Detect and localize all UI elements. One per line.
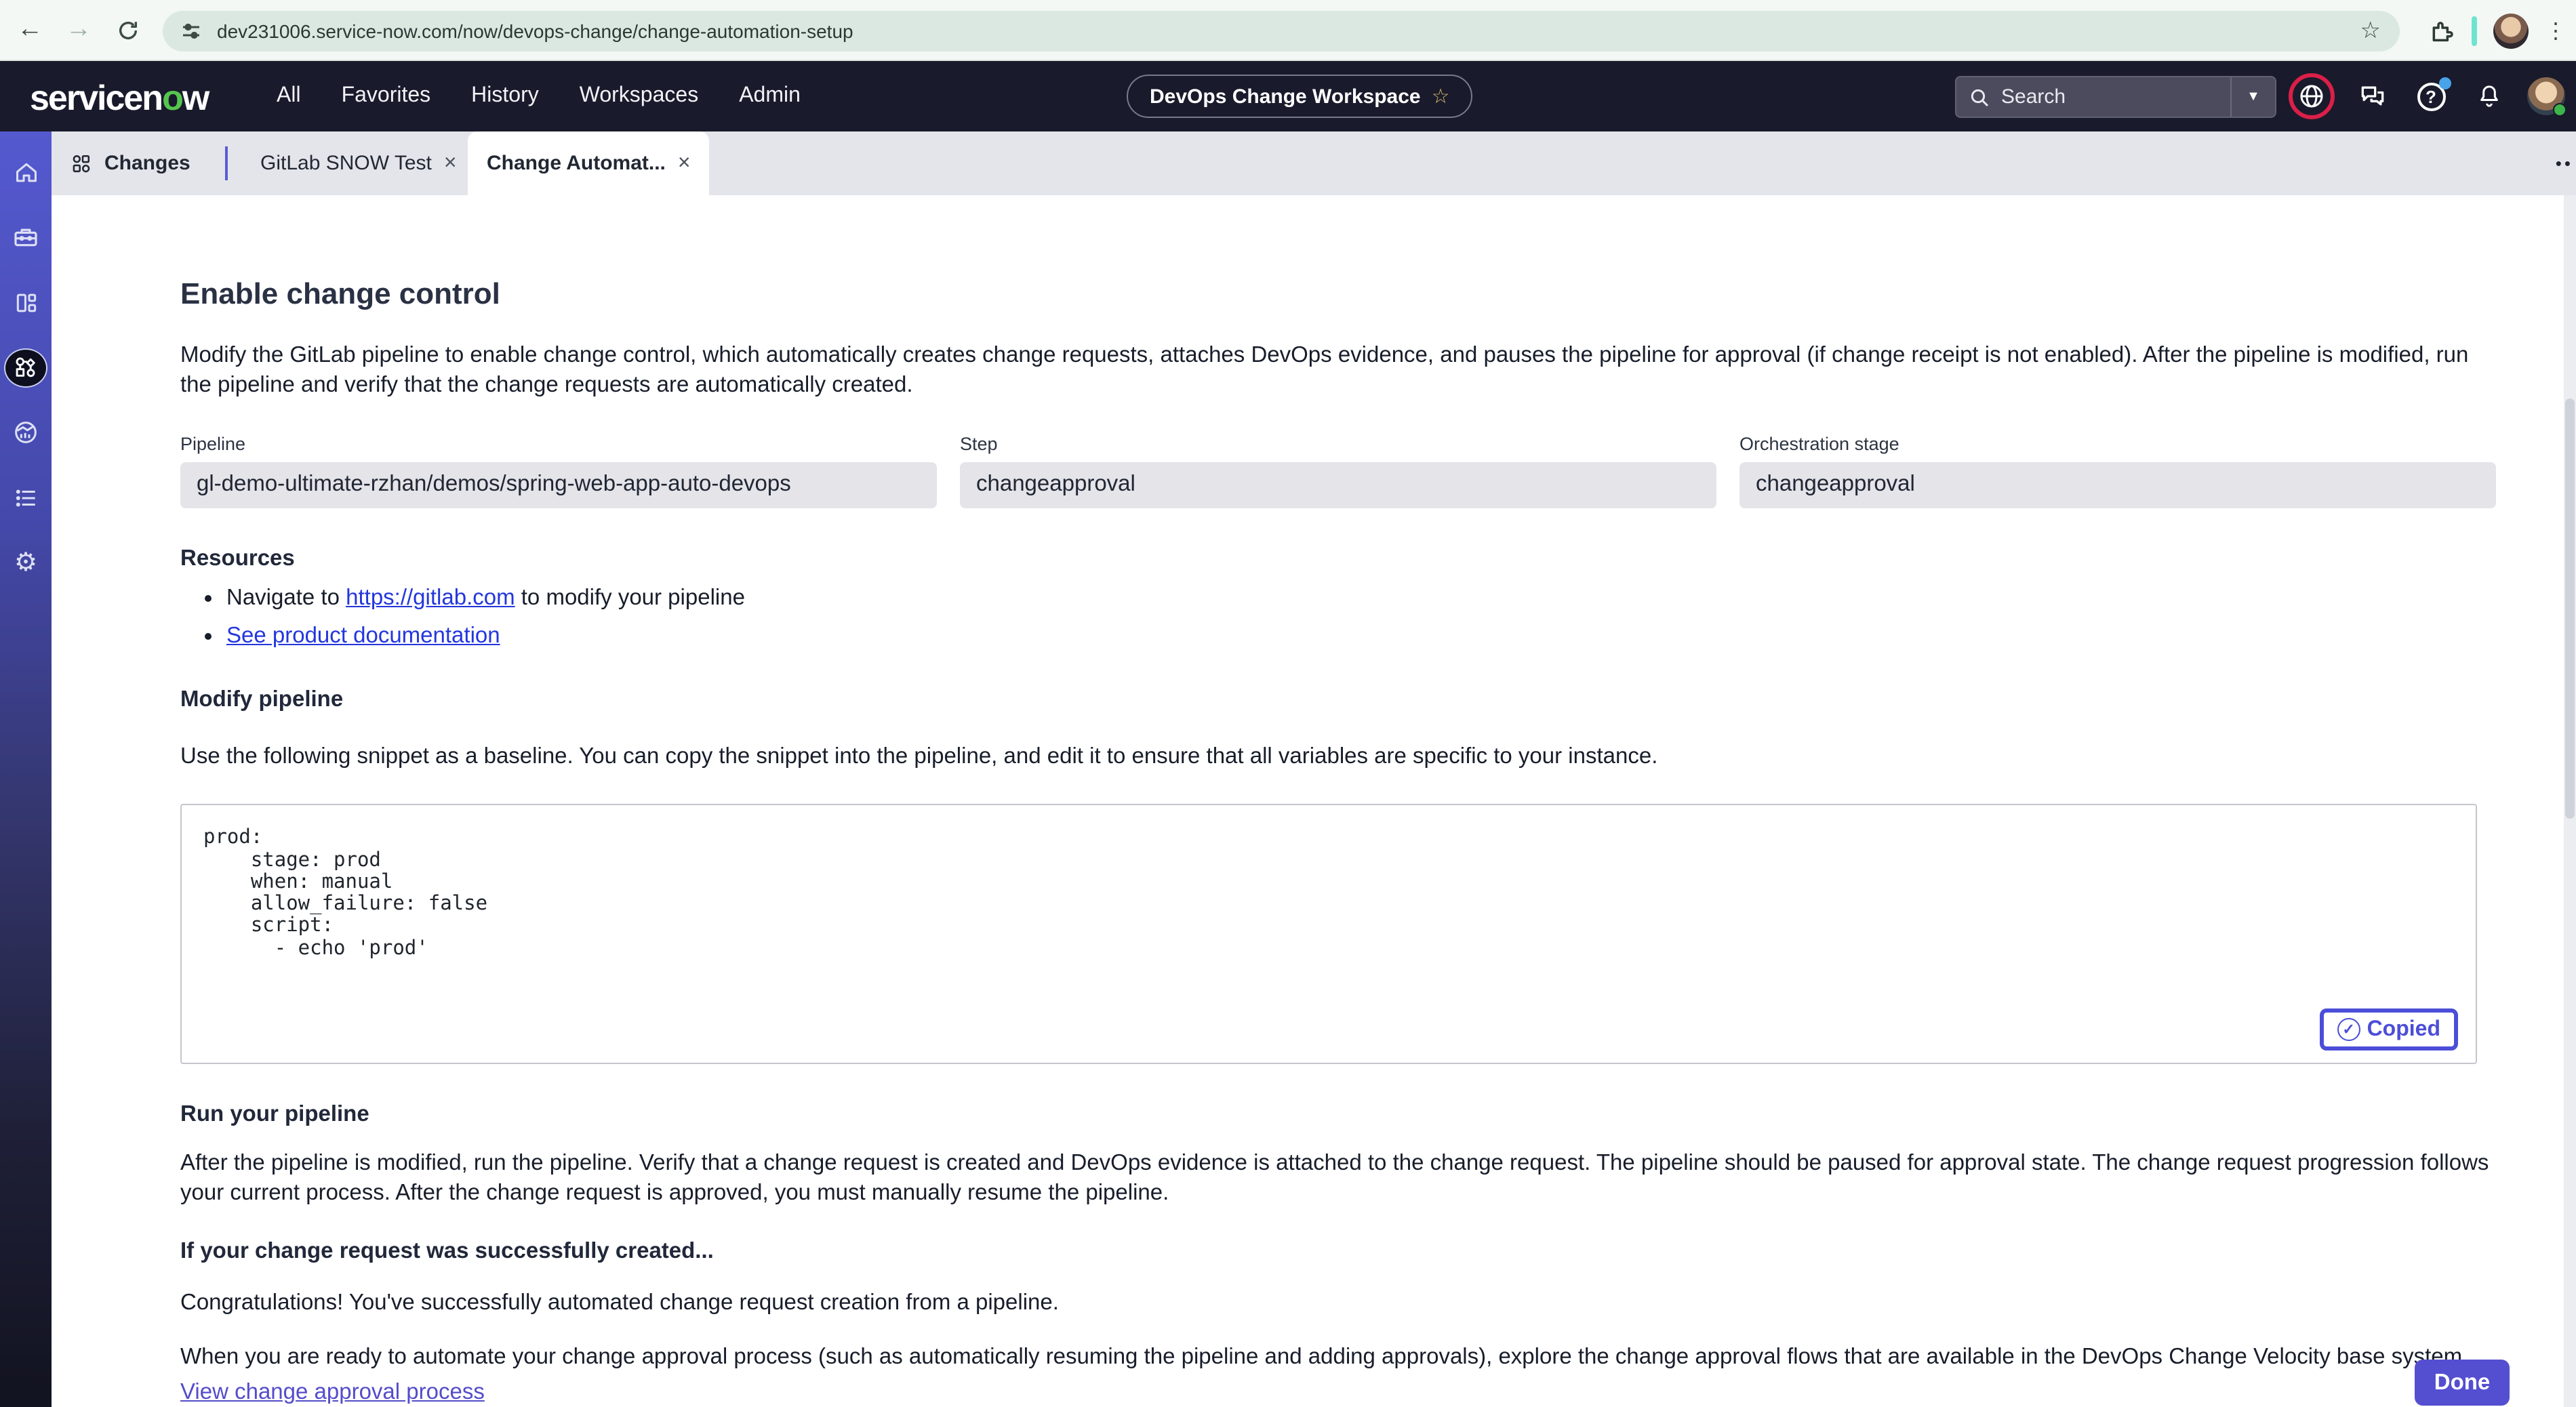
- tab-overflow-icon[interactable]: ••: [2556, 153, 2573, 174]
- copy-snippet-button[interactable]: ✓ Copied: [2320, 1009, 2458, 1051]
- screen: ← → dev231006.service-now.com/now/devops…: [0, 0, 2576, 1407]
- code-line: prod:: [203, 828, 2476, 850]
- workspace-pill[interactable]: DevOps Change Workspace ☆: [1127, 75, 1473, 118]
- nav-favorites[interactable]: Favorites: [342, 84, 431, 108]
- browser-menu-icon[interactable]: ⋮: [2545, 17, 2568, 44]
- success-heading: If your change request was successfully …: [180, 1239, 2499, 1265]
- servicenow-logo: servicenow: [30, 77, 208, 119]
- gitlab-link[interactable]: https://gitlab.com: [346, 585, 515, 609]
- nav-workspaces[interactable]: Workspaces: [580, 84, 698, 108]
- forward-icon[interactable]: →: [60, 11, 98, 49]
- help-icon[interactable]: ?: [2411, 76, 2451, 117]
- resources-heading: Resources: [180, 546, 2499, 571]
- tab-group-indicator: [2472, 16, 2477, 45]
- reload-icon[interactable]: [108, 11, 146, 49]
- workspace-pill-label: DevOps Change Workspace: [1150, 85, 1421, 108]
- main-content: Enable change control Modify the GitLab …: [52, 195, 2564, 1407]
- scrollbar[interactable]: [2564, 195, 2576, 1407]
- url-text[interactable]: dev231006.service-now.com/now/devops-cha…: [217, 20, 2360, 42]
- nav-history[interactable]: History: [471, 84, 539, 108]
- search-input[interactable]: Search ▼: [1955, 76, 2276, 118]
- favorite-star-icon[interactable]: ☆: [1432, 84, 1450, 108]
- site-info-icon[interactable]: [179, 19, 203, 43]
- scrollbar-thumb[interactable]: [2565, 399, 2575, 819]
- search-placeholder: Search: [2001, 85, 2230, 108]
- pipeline-fields: Pipeline gl-demo-ultimate-rzhan/demos/sp…: [180, 433, 2499, 508]
- bookmark-star-icon[interactable]: ☆: [2360, 18, 2381, 45]
- nav-all[interactable]: All: [277, 84, 301, 108]
- list-icon[interactable]: [0, 465, 52, 530]
- close-tab-icon[interactable]: ×: [678, 151, 691, 176]
- active-indicator: [4, 348, 47, 387]
- code-snippet: prod: stage: prod when: manual allow_fai…: [180, 804, 2477, 1065]
- app-header: servicenow All Favorites History Workspa…: [0, 61, 2576, 131]
- run-pipeline-heading: Run your pipeline: [180, 1103, 2499, 1128]
- app-sidebar: ⚙: [0, 131, 52, 1407]
- user-avatar[interactable]: [2527, 77, 2565, 115]
- code-line: allow_failure: false: [203, 893, 2476, 916]
- code-line: when: manual: [203, 872, 2476, 894]
- extensions-icon[interactable]: [2428, 17, 2455, 44]
- presence-status-dot: [2553, 103, 2567, 117]
- home-icon[interactable]: [0, 140, 52, 205]
- intro-paragraph: Modify the GitLab pipeline to enable cha…: [180, 342, 2499, 401]
- bell-icon[interactable]: [2469, 76, 2510, 117]
- step-field-label: Step: [960, 433, 1716, 453]
- congrats-text: Congratulations! You've successfully aut…: [180, 1289, 2499, 1319]
- search-dropdown-caret-icon[interactable]: ▼: [2232, 89, 2275, 104]
- code-line: script:: [203, 916, 2476, 938]
- step-field[interactable]: changeapproval: [960, 462, 1716, 508]
- copied-label: Copied: [2367, 1018, 2440, 1042]
- apps-icon[interactable]: [0, 270, 52, 335]
- view-change-approval-link[interactable]: View change approval process: [180, 1381, 485, 1406]
- browser-profile-avatar[interactable]: [2493, 13, 2529, 48]
- insights-icon[interactable]: [0, 400, 52, 465]
- check-icon: ✓: [2337, 1019, 2360, 1042]
- orchestration-stage-field-label: Orchestration stage: [1739, 433, 2496, 453]
- code-line: stage: prod: [203, 849, 2476, 872]
- tab-label: Changes: [104, 152, 190, 175]
- tab-label: GitLab SNOW Test: [260, 152, 432, 175]
- browser-chrome: ← → dev231006.service-now.com/now/devops…: [0, 0, 2576, 61]
- back-icon[interactable]: ←: [11, 11, 49, 49]
- list-item: See product documentation: [226, 623, 2499, 649]
- orchestration-stage-field[interactable]: changeapproval: [1739, 462, 2496, 508]
- modify-pipeline-description: Use the following snippet as a baseline.…: [180, 742, 2499, 772]
- address-bar[interactable]: dev231006.service-now.com/now/devops-cha…: [163, 11, 2400, 52]
- done-button[interactable]: Done: [2415, 1360, 2510, 1406]
- tab-divider: [225, 146, 228, 180]
- modify-pipeline-heading: Modify pipeline: [180, 687, 2499, 712]
- tab-label: Change Automat...: [487, 152, 666, 175]
- globe-icon[interactable]: [2289, 73, 2335, 119]
- run-pipeline-description: After the pipeline is modified, run the …: [180, 1150, 2499, 1209]
- settings-icon[interactable]: ⚙: [0, 530, 52, 595]
- chat-icon[interactable]: [2352, 76, 2393, 117]
- resources-list: Navigate to https://gitlab.com to modify…: [180, 585, 2499, 649]
- page-title: Enable change control: [180, 277, 2499, 312]
- tab-changes[interactable]: Changes: [52, 131, 209, 195]
- workspace-tab-bar: Changes GitLab SNOW Test × Change Automa…: [52, 131, 2576, 195]
- product-documentation-link[interactable]: See product documentation: [226, 623, 500, 647]
- tab-gitlab-snow-test[interactable]: GitLab SNOW Test ×: [241, 131, 476, 195]
- search-icon: [1969, 86, 1990, 108]
- pipeline-field-label: Pipeline: [180, 433, 937, 453]
- devops-change-icon[interactable]: [0, 335, 52, 400]
- close-tab-icon[interactable]: ×: [444, 151, 457, 176]
- nav-admin[interactable]: Admin: [739, 84, 801, 108]
- tab-change-automation[interactable]: Change Automat... ×: [468, 131, 710, 195]
- help-badge: [2439, 77, 2451, 89]
- next-steps-text: When you are ready to automate your chan…: [180, 1343, 2499, 1372]
- code-line: - echo 'prod': [203, 938, 2476, 960]
- changes-tab-icon: [71, 152, 92, 174]
- list-item: Navigate to https://gitlab.com to modify…: [226, 585, 2499, 611]
- toolbox-icon[interactable]: [0, 205, 52, 270]
- pipeline-field[interactable]: gl-demo-ultimate-rzhan/demos/spring-web-…: [180, 462, 937, 508]
